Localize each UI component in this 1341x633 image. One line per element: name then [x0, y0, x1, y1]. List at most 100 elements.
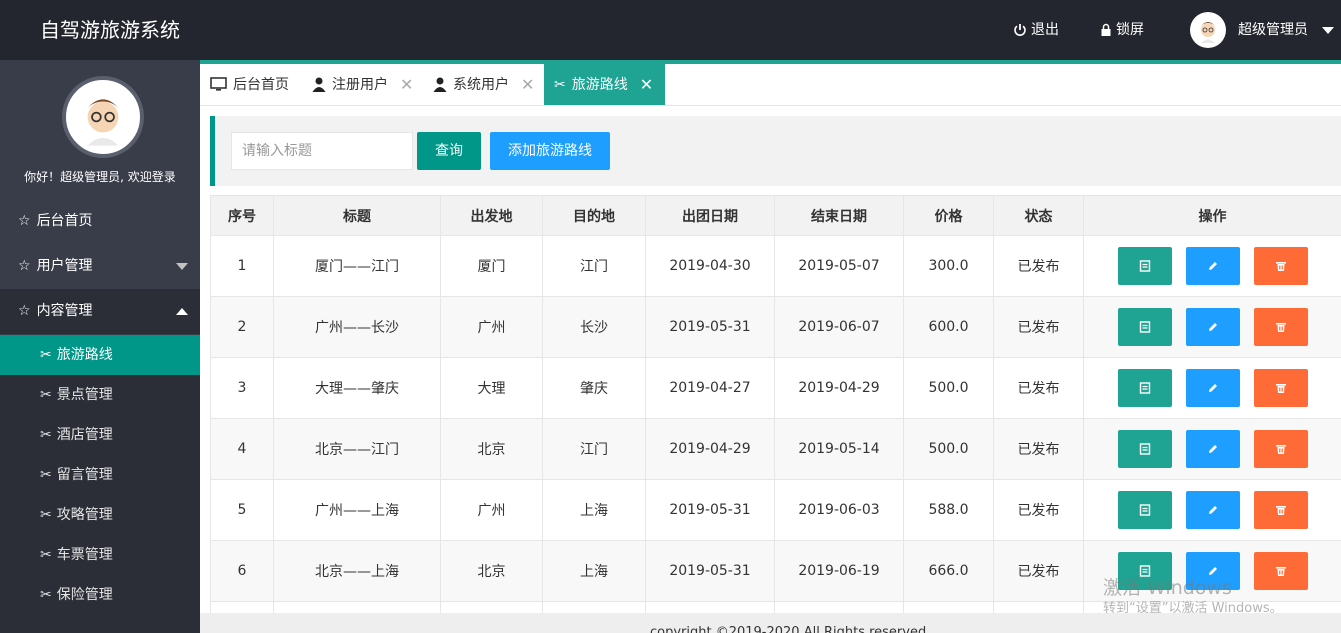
pencil-icon [1208, 445, 1217, 453]
edit-button[interactable] [1185, 491, 1240, 529]
sidebar-item-routes[interactable]: ✂ 旅游路线 [0, 335, 200, 375]
edit-button[interactable] [1185, 369, 1240, 407]
close-icon[interactable]: ✕ [400, 65, 413, 105]
sidebar-item-content-management[interactable]: ☆ 内容管理 [0, 289, 200, 334]
pencil-icon [1208, 384, 1217, 392]
sidebar-item-label: 用户管理 [36, 258, 93, 274]
edit-button[interactable] [1185, 247, 1240, 285]
table-cell: 厦门 [440, 235, 543, 297]
table-body: 1 厦门——江门 厦门 江门 2019-04-30 2019-05-07 300.0 已发布 2… [210, 235, 1341, 613]
sidebar-item-guides[interactable]: ✂ 攻略管理 [0, 495, 200, 535]
edit-button[interactable] [1185, 308, 1240, 346]
windows-activation-watermark: 激活 Windows 转到“设置”以激活 Windows。 [1103, 577, 1283, 619]
document-icon [1139, 443, 1150, 455]
row-actions [1084, 247, 1341, 285]
tab-travel-routes[interactable]: ✂ 旅游路线 ✕ [544, 64, 665, 105]
close-icon[interactable]: ✕ [640, 65, 653, 105]
watermark-line-2: 转到“设置”以激活 Windows。 [1103, 601, 1283, 616]
table-cell: 2019-04-27 [645, 357, 775, 419]
sidebar-item-user-management[interactable]: ☆ 用户管理 [0, 244, 200, 289]
actions-cell [1083, 296, 1341, 358]
lock-screen-button[interactable]: 锁屏 [1100, 0, 1144, 60]
pencil-icon [1208, 506, 1217, 514]
table-cell: 上海 [542, 540, 646, 602]
logout-button[interactable]: 退出 [1013, 0, 1059, 60]
sidebar-item-hotels[interactable]: ✂ 酒店管理 [0, 415, 200, 455]
table-cell: 北京 [440, 540, 543, 602]
view-button[interactable] [1117, 308, 1172, 346]
column-header: 序号 [210, 195, 274, 236]
user-menu[interactable]: 超级管理员 [1190, 0, 1334, 60]
table-cell: 666.0 [903, 540, 994, 602]
tab-dashboard[interactable]: 后台首页 [200, 64, 299, 105]
table-cell: 已发布 [993, 418, 1084, 480]
view-button[interactable] [1117, 247, 1172, 285]
sidebar-item-messages[interactable]: ✂ 留言管理 [0, 455, 200, 495]
table-cell: 肇庆 [542, 357, 646, 419]
table-row: 1 厦门——江门 厦门 江门 2019-04-30 2019-05-07 300.0 已发布 [210, 235, 1341, 297]
column-header: 目的地 [542, 195, 646, 236]
trash-icon [1275, 262, 1286, 271]
sidebar-item-insurance[interactable]: ✂ 保险管理 [0, 575, 200, 615]
delete-button[interactable] [1253, 369, 1308, 407]
tab-registered-users[interactable]: 注册用户 ✕ [302, 64, 423, 105]
pencil-icon [1208, 262, 1217, 270]
sidebar-item-label: 景点管理 [56, 387, 113, 403]
table-cell: 2 [210, 296, 274, 358]
query-button[interactable]: 查询 [417, 132, 481, 170]
table-cell: 2019-04-29 [774, 357, 904, 419]
table-cell: 2019-05-14 [774, 418, 904, 480]
search-input[interactable] [231, 132, 413, 170]
document-icon [1139, 260, 1150, 272]
trash-icon [1275, 445, 1286, 454]
tab-system-users[interactable]: 系统用户 ✕ [423, 64, 544, 105]
route-icon: ✂ [554, 76, 566, 93]
delete-button[interactable] [1253, 491, 1308, 529]
table-cell: 广州——长沙 [273, 296, 441, 358]
route-icon: ✂ [40, 547, 52, 563]
route-icon: ✂ [40, 587, 52, 603]
column-header: 出团日期 [645, 195, 775, 236]
table-row: 5 广州——上海 广州 上海 2019-05-31 2019-06-03 588.0 已发布 [210, 479, 1341, 541]
delete-button[interactable] [1253, 247, 1308, 285]
table-cell: 2019-06-07 [774, 296, 904, 358]
table-row: 4 北京——江门 北京 江门 2019-04-29 2019-05-14 500.0 已发布 [210, 418, 1341, 480]
tab-label: 注册用户 [332, 76, 388, 93]
table-cell: 上海 [542, 479, 646, 541]
routes-table: 序号 标题 出发地 目的地 出团日期 结束日期 价格 状态 操作 1 厦门——江门… [210, 195, 1341, 613]
sidebar-item-attractions[interactable]: ✂ 景点管理 [0, 375, 200, 415]
view-button[interactable] [1117, 369, 1172, 407]
sidebar-item-label: 保险管理 [56, 587, 113, 603]
edit-button[interactable] [1185, 430, 1240, 468]
delete-button[interactable] [1253, 430, 1308, 468]
view-button[interactable] [1117, 430, 1172, 468]
add-route-button[interactable]: 添加旅游路线 [490, 132, 610, 170]
trash-icon [1275, 384, 1286, 393]
table-cell: 600.0 [903, 296, 994, 358]
avatar-face-icon [1194, 16, 1222, 44]
sidebar-item-label: 旅游路线 [56, 347, 113, 363]
logout-label: 退出 [1031, 22, 1059, 38]
sidebar-item-dashboard[interactable]: ☆ 后台首页 [0, 199, 200, 244]
view-button[interactable] [1117, 491, 1172, 529]
column-header: 标题 [273, 195, 441, 236]
row-actions [1084, 308, 1341, 346]
table-cell: 4 [210, 418, 274, 480]
sidebar-item-label: 攻略管理 [56, 507, 113, 523]
route-icon: ✂ [40, 427, 52, 443]
column-header: 结束日期 [774, 195, 904, 236]
delete-button[interactable] [1253, 308, 1308, 346]
table-cell [774, 601, 904, 613]
close-icon[interactable]: ✕ [521, 65, 534, 105]
table-cell: 已发布 [993, 540, 1084, 602]
table-cell: 500.0 [903, 357, 994, 419]
sidebar-item-tickets[interactable]: ✂ 车票管理 [0, 535, 200, 575]
column-header: 价格 [903, 195, 994, 236]
pencil-icon [1208, 323, 1217, 331]
table-cell: 5 [210, 479, 274, 541]
monitor-icon [210, 77, 227, 91]
table-cell: 已发布 [993, 296, 1084, 358]
column-header: 操作 [1083, 195, 1341, 236]
sidebar-item-label: 内容管理 [36, 303, 93, 319]
tab-bar: 后台首页 注册用户 ✕ 系统用户 ✕ ✂ 旅游路线 ✕ [200, 60, 1341, 106]
